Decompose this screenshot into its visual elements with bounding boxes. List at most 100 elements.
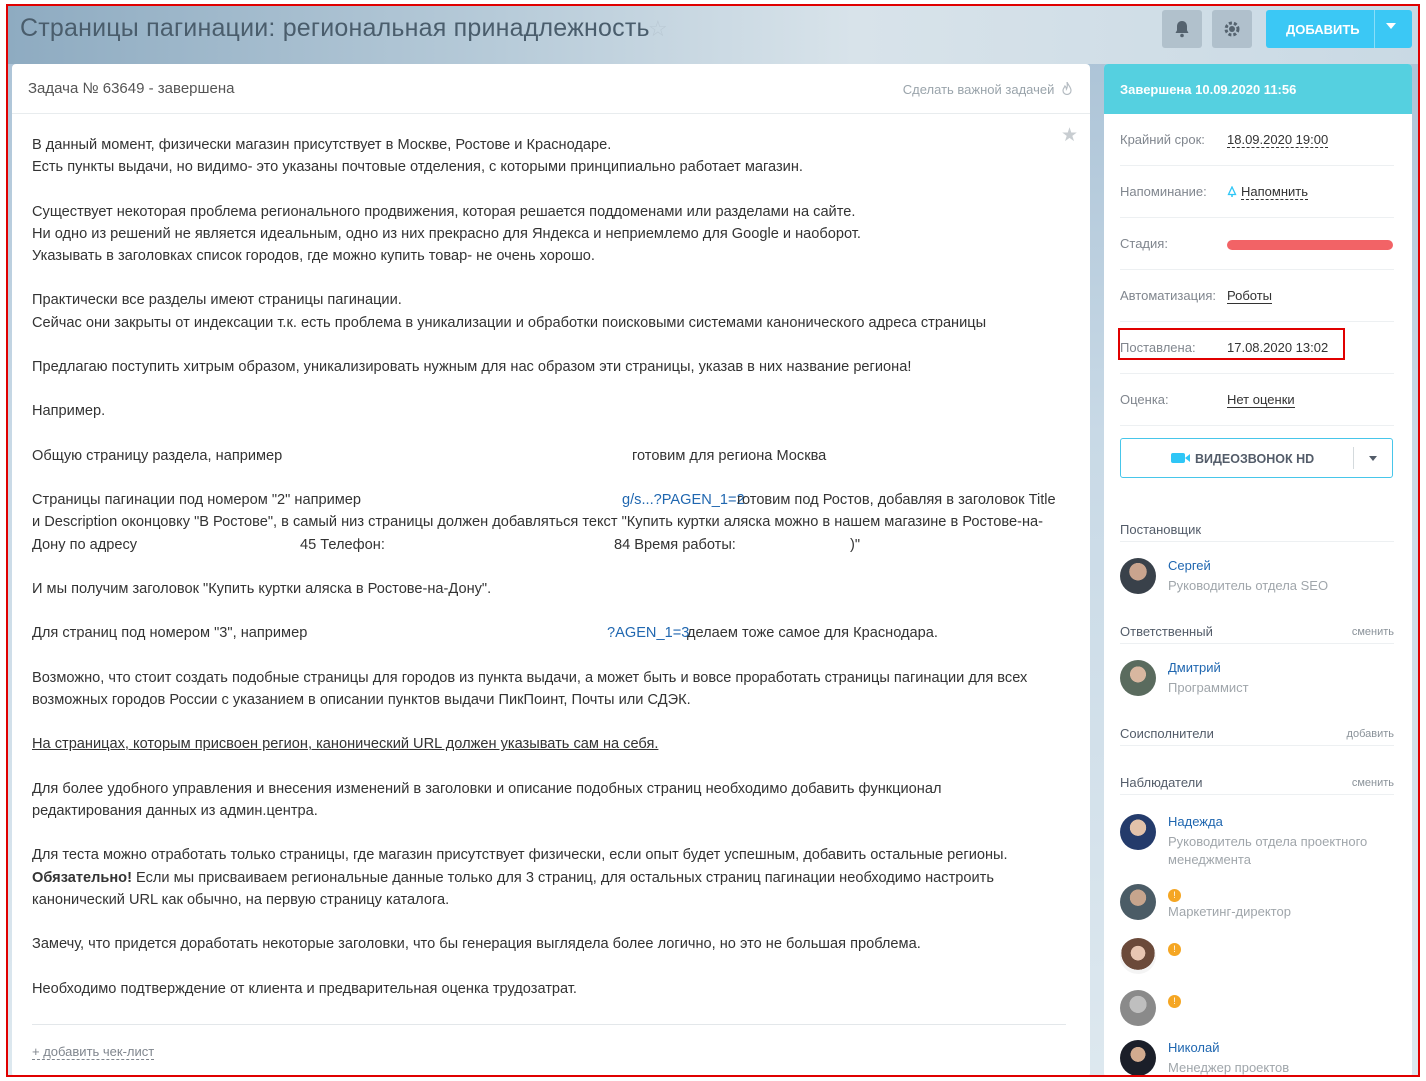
reminder-row: Напоминание: Напомнить [1120,166,1394,218]
responsible-title: Ответственный [1120,624,1213,639]
desc-line: Сейчас они закрыты от индексации т.к. ес… [32,314,987,331]
add-button[interactable]: ДОБАВИТЬ [1266,10,1412,48]
task-card: Задача № 63649 - завершена Сделать важно… [12,64,1090,1075]
add-checklist-link[interactable]: + добавить чек-лист [32,1044,155,1060]
add-checklist-label: + добавить чек-лист [32,1044,155,1060]
desc-text: готовим для региона Москва [632,447,827,464]
creator-role: Руководитель отдела SEO [1168,578,1329,593]
avatar[interactable] [1120,558,1156,594]
desc-line: Ни одно из решений не является идеальным… [32,225,861,242]
settings-button[interactable] [1212,10,1252,48]
desc-line: Указывать в заголовках список городов, г… [32,248,595,264]
automation-row: Автоматизация: Роботы [1120,270,1394,322]
observer-person: ! [1120,938,1394,984]
stage-progress-bar[interactable] [1227,240,1393,250]
automation-value[interactable]: Роботы [1227,288,1273,304]
make-important-link[interactable]: Сделать важной задачей [902,81,1072,97]
desc-text: Дону по адресу [32,536,138,553]
observer-name[interactable]: Николай [1168,1040,1220,1055]
desc-line: Дону по адресу 45 Телефон: 84 Время рабо… [32,534,1072,556]
desc-line: редактирования данных из админ.центра. [32,802,318,819]
responsible-name[interactable]: Дмитрий [1168,660,1221,675]
desc-text: 84 Время работы: [614,536,736,553]
extranet-badge-icon: ! [1168,889,1181,902]
observer-person: ! Маркетинг-директор [1120,884,1394,930]
observer-role: Руководитель отдела проектного менеджмен… [1168,834,1368,867]
video-call-label: ВИДЕОЗВОНОК HD [1195,452,1315,466]
chevron-down-icon[interactable] [1386,23,1396,29]
responsible-section: Ответственный сменить [1120,620,1394,644]
pagination-link-2[interactable]: g/s...?PAGEN_1=2 [622,489,745,511]
avatar[interactable] [1120,814,1156,850]
divider [32,1024,1066,1025]
desc-line: Замечу, что придется доработать некоторы… [32,936,921,953]
stage-row: Стадия: [1120,218,1394,270]
desc-line: Есть пункты выдачи, но видимо- это указа… [32,159,803,176]
reminder-link[interactable]: Напомнить [1227,184,1308,200]
observers-section: Наблюдатели сменить [1120,771,1394,795]
responsible-change-link[interactable]: сменить [1352,626,1394,638]
responsible-person: Дмитрий Программист [1120,660,1394,706]
add-button-separator [1374,10,1375,48]
observers-title: Наблюдатели [1120,775,1203,790]
desc-line: И мы получим заголовок "Купить куртки ал… [32,580,492,597]
desc-line: и Description оконцовку "В Ростове", в с… [32,514,1044,531]
task-description: В данный момент, физически магазин прису… [32,134,1072,1000]
observer-role: Маркетинг-директор [1168,904,1291,919]
desc-text: готовим под Ростов, добавляя в заголовок… [737,492,1056,509]
coexecutors-section: Соисполнители добавить [1120,722,1394,746]
observer-person: ! [1120,990,1394,1036]
status-text: Завершена 10.09.2020 11:56 [1120,82,1297,97]
desc-line: Обязательно! Если мы присваиваем региона… [32,867,1072,889]
stage-label: Стадия: [1120,236,1168,251]
desc-line: Предлагаю поступить хитрым образом, уник… [32,358,912,375]
responsible-role: Программист [1168,680,1249,695]
desc-line: Для страниц под номером "3", например ?A… [32,622,1072,644]
status-header: Завершена 10.09.2020 11:56 [1104,64,1412,114]
avatar[interactable] [1120,884,1156,920]
desc-line: Для более удобного управления и внесения… [32,780,942,797]
desc-line: канонический URL как обычно, на первую с… [32,891,450,908]
avatar[interactable] [1120,990,1156,1026]
task-number: Задача № 63649 - завершена [28,80,235,97]
avatar[interactable] [1120,660,1156,696]
deadline-value[interactable]: 18.09.2020 19:00 [1227,132,1329,148]
desc-line: В данный момент, физически магазин прису… [32,137,612,153]
desc-text: Общую страницу раздела, например [32,447,283,464]
favorite-star-icon[interactable]: ☆ [648,16,668,42]
video-call-button[interactable]: ВИДЕОЗВОНОК HD [1120,438,1393,478]
camera-icon [1171,453,1190,463]
creator-section: Постановщик [1120,518,1394,542]
observers-change-link[interactable]: сменить [1352,777,1394,789]
desc-line: Необходимо подтверждение от клиента и пр… [32,980,577,997]
desc-line: Возможно, что стоит создать подобные стр… [32,669,1028,686]
deadline-label: Крайний срок: [1120,132,1205,147]
observer-name[interactable]: Надежда [1168,814,1223,829]
avatar[interactable] [1120,1040,1156,1075]
coexecutors-add-link[interactable]: добавить [1347,728,1394,740]
desc-text: )" [850,536,861,553]
video-call-separator [1353,447,1354,469]
observer-role: Менеджер проектов [1168,1060,1290,1075]
desc-text: Для страниц под номером "3", например [32,625,308,642]
notifications-button[interactable] [1162,10,1202,48]
rating-label: Оценка: [1120,392,1169,407]
desc-text: делаем тоже самое для Краснодара. [687,625,938,642]
created-highlight [1118,328,1345,360]
chevron-down-icon[interactable] [1369,456,1377,461]
desc-bold: Обязательно! [32,869,132,886]
coexecutors-title: Соисполнители [1120,726,1214,741]
extranet-badge-icon: ! [1168,995,1181,1008]
desc-line: Существует некоторая проблема региональн… [32,203,856,220]
rating-value[interactable]: Нет оценки [1227,392,1295,408]
page-header: Страницы пагинации: региональная принадл… [8,6,1418,64]
make-important-label: Сделать важной задачей [902,82,1055,97]
add-button-label: ДОБАВИТЬ [1286,22,1360,37]
rating-row: Оценка: Нет оценки [1120,374,1394,426]
page-title: Страницы пагинации: региональная принадл… [20,14,650,42]
task-window: Страницы пагинации: региональная принадл… [6,4,1420,1077]
creator-name[interactable]: Сергей [1168,558,1211,573]
reminder-value: Напомнить [1241,184,1308,200]
avatar[interactable] [1120,938,1156,974]
pagination-link-3[interactable]: ?AGEN_1=3 [607,622,689,644]
